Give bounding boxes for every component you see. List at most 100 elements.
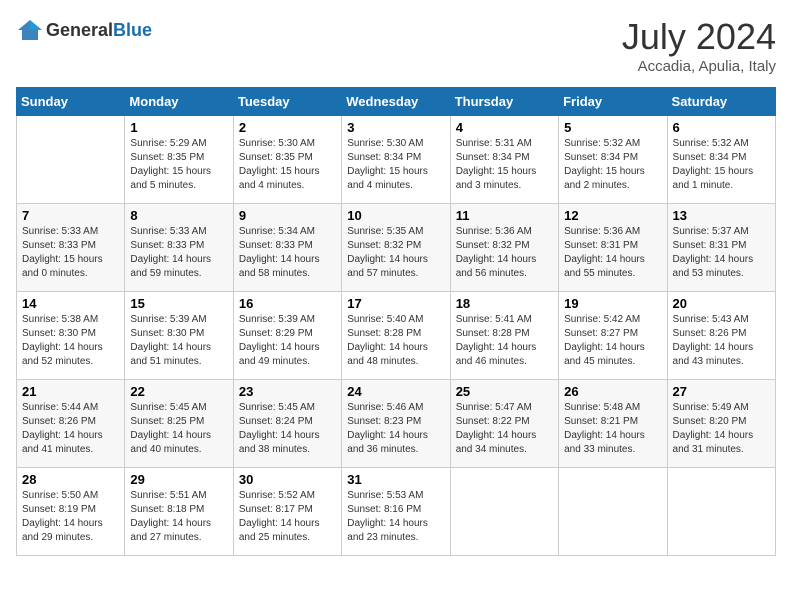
calendar-cell: [667, 468, 775, 556]
calendar-cell: 14 Sunrise: 5:38 AMSunset: 8:30 PMDayligh…: [17, 292, 125, 380]
day-number: 31: [347, 472, 444, 487]
day-info: Sunrise: 5:33 AMSunset: 8:33 PMDaylight:…: [22, 225, 119, 281]
day-info: Sunrise: 5:45 AMSunset: 8:24 PMDaylight:…: [239, 401, 336, 457]
week-row-4: 21Sunrise: 5:44 AMSunset: 8:26 PMDayligh…: [17, 380, 776, 468]
day-header-saturday: Saturday: [667, 88, 775, 116]
day-number: 25: [456, 384, 553, 399]
day-number: 28: [22, 472, 119, 487]
day-info: Sunrise: 5:50 AMSunset: 8:19 PMDaylight:…: [22, 489, 119, 545]
week-row-3: 14 Sunrise: 5:38 AMSunset: 8:30 PMDayligh…: [17, 292, 776, 380]
day-info: Sunrise: 5:32 AMSunset: 8:34 PMDaylight:…: [564, 137, 661, 193]
calendar-cell: 9 Sunrise: 5:34 AMSunset: 8:33 PMDaylight…: [233, 204, 341, 292]
day-number: 19: [564, 296, 661, 311]
calendar-cell: 20 Sunrise: 5:43 AMSunset: 8:26 PMDayligh…: [667, 292, 775, 380]
day-info: Sunrise: 5:36 AMSunset: 8:31 PMDaylight:…: [564, 225, 661, 281]
calendar-cell: 4Sunrise: 5:31 AMSunset: 8:34 PMDaylight…: [450, 116, 558, 204]
month-year-title: July 2024: [622, 16, 776, 58]
calendar-cell: 7 Sunrise: 5:33 AMSunset: 8:33 PMDaylight…: [17, 204, 125, 292]
day-number: 27: [673, 384, 770, 399]
day-info: Sunrise: 5:48 AMSunset: 8:21 PMDaylight:…: [564, 401, 661, 457]
calendar-cell: 10Sunrise: 5:35 AMSunset: 8:32 PMDayligh…: [342, 204, 450, 292]
day-number: 3: [347, 120, 444, 135]
calendar-cell: [17, 116, 125, 204]
day-info: Sunrise: 5:41 AMSunset: 8:28 PMDaylight:…: [456, 313, 553, 369]
day-info: Sunrise: 5:30 AMSunset: 8:35 PMDaylight:…: [239, 137, 336, 193]
day-number: 18: [456, 296, 553, 311]
logo: GeneralBlue: [16, 16, 152, 44]
calendar-cell: 2 Sunrise: 5:30 AMSunset: 8:35 PMDaylight…: [233, 116, 341, 204]
day-number: 24: [347, 384, 444, 399]
day-info: Sunrise: 5:38 AMSunset: 8:30 PMDaylight:…: [22, 313, 119, 369]
day-number: 10: [347, 208, 444, 223]
calendar-cell: 21Sunrise: 5:44 AMSunset: 8:26 PMDayligh…: [17, 380, 125, 468]
day-number: 7: [22, 208, 119, 223]
day-info: Sunrise: 5:44 AMSunset: 8:26 PMDaylight:…: [22, 401, 119, 457]
calendar-cell: [559, 468, 667, 556]
calendar-cell: 29 Sunrise: 5:51 AMSunset: 8:18 PMDayligh…: [125, 468, 233, 556]
calendar-cell: 27Sunrise: 5:49 AMSunset: 8:20 PMDayligh…: [667, 380, 775, 468]
day-number: 12: [564, 208, 661, 223]
day-info: Sunrise: 5:33 AMSunset: 8:33 PMDaylight:…: [130, 225, 227, 281]
day-info: Sunrise: 5:39 AMSunset: 8:30 PMDaylight:…: [130, 313, 227, 369]
week-row-5: 28 Sunrise: 5:50 AMSunset: 8:19 PMDayligh…: [17, 468, 776, 556]
day-number: 17: [347, 296, 444, 311]
title-area: July 2024 Accadia, Apulia, Italy: [622, 16, 776, 75]
day-number: 5: [564, 120, 661, 135]
day-info: Sunrise: 5:29 AMSunset: 8:35 PMDaylight:…: [130, 137, 227, 193]
day-info: Sunrise: 5:52 AMSunset: 8:17 PMDaylight:…: [239, 489, 336, 545]
day-number: 20: [673, 296, 770, 311]
calendar-cell: 23 Sunrise: 5:45 AMSunset: 8:24 PMDayligh…: [233, 380, 341, 468]
generalblue-logo-icon: [16, 16, 44, 44]
day-info: Sunrise: 5:51 AMSunset: 8:18 PMDaylight:…: [130, 489, 227, 545]
calendar-cell: 19Sunrise: 5:42 AMSunset: 8:27 PMDayligh…: [559, 292, 667, 380]
day-number: 1: [130, 120, 227, 135]
logo-text: GeneralBlue: [46, 20, 152, 41]
day-number: 8: [130, 208, 227, 223]
day-number: 30: [239, 472, 336, 487]
day-header-wednesday: Wednesday: [342, 88, 450, 116]
calendar-cell: [450, 468, 558, 556]
calendar-cell: 31 Sunrise: 5:53 AMSunset: 8:16 PMDayligh…: [342, 468, 450, 556]
day-number: 9: [239, 208, 336, 223]
calendar-cell: 12 Sunrise: 5:36 AMSunset: 8:31 PMDayligh…: [559, 204, 667, 292]
calendar-cell: 17Sunrise: 5:40 AMSunset: 8:28 PMDayligh…: [342, 292, 450, 380]
location-subtitle: Accadia, Apulia, Italy: [622, 58, 776, 75]
logo-general: General: [46, 20, 113, 40]
calendar-cell: 24Sunrise: 5:46 AMSunset: 8:23 PMDayligh…: [342, 380, 450, 468]
calendar-cell: 25 Sunrise: 5:47 AMSunset: 8:22 PMDayligh…: [450, 380, 558, 468]
day-info: Sunrise: 5:36 AMSunset: 8:32 PMDaylight:…: [456, 225, 553, 281]
day-header-friday: Friday: [559, 88, 667, 116]
day-info: Sunrise: 5:31 AMSunset: 8:34 PMDaylight:…: [456, 137, 553, 193]
day-number: 14: [22, 296, 119, 311]
day-number: 6: [673, 120, 770, 135]
day-number: 2: [239, 120, 336, 135]
day-info: Sunrise: 5:30 AMSunset: 8:34 PMDaylight:…: [347, 137, 444, 193]
week-row-2: 7 Sunrise: 5:33 AMSunset: 8:33 PMDaylight…: [17, 204, 776, 292]
calendar-cell: 18 Sunrise: 5:41 AMSunset: 8:28 PMDayligh…: [450, 292, 558, 380]
day-number: 11: [456, 208, 553, 223]
calendar-cell: 30 Sunrise: 5:52 AMSunset: 8:17 PMDayligh…: [233, 468, 341, 556]
days-header-row: SundayMondayTuesdayWednesdayThursdayFrid…: [17, 88, 776, 116]
calendar-cell: 22Sunrise: 5:45 AMSunset: 8:25 PMDayligh…: [125, 380, 233, 468]
calendar-cell: 16Sunrise: 5:39 AMSunset: 8:29 PMDayligh…: [233, 292, 341, 380]
day-number: 13: [673, 208, 770, 223]
day-info: Sunrise: 5:34 AMSunset: 8:33 PMDaylight:…: [239, 225, 336, 281]
day-info: Sunrise: 5:32 AMSunset: 8:34 PMDaylight:…: [673, 137, 770, 193]
day-info: Sunrise: 5:53 AMSunset: 8:16 PMDaylight:…: [347, 489, 444, 545]
calendar-cell: 26 Sunrise: 5:48 AMSunset: 8:21 PMDayligh…: [559, 380, 667, 468]
day-info: Sunrise: 5:37 AMSunset: 8:31 PMDaylight:…: [673, 225, 770, 281]
week-row-1: 1 Sunrise: 5:29 AMSunset: 8:35 PMDaylight…: [17, 116, 776, 204]
calendar-cell: 3 Sunrise: 5:30 AMSunset: 8:34 PMDaylight…: [342, 116, 450, 204]
day-number: 15: [130, 296, 227, 311]
day-info: Sunrise: 5:43 AMSunset: 8:26 PMDaylight:…: [673, 313, 770, 369]
day-number: 23: [239, 384, 336, 399]
day-header-sunday: Sunday: [17, 88, 125, 116]
day-number: 29: [130, 472, 227, 487]
day-number: 22: [130, 384, 227, 399]
calendar-cell: 6 Sunrise: 5:32 AMSunset: 8:34 PMDaylight…: [667, 116, 775, 204]
day-number: 26: [564, 384, 661, 399]
day-info: Sunrise: 5:47 AMSunset: 8:22 PMDaylight:…: [456, 401, 553, 457]
calendar-cell: 1 Sunrise: 5:29 AMSunset: 8:35 PMDaylight…: [125, 116, 233, 204]
calendar-cell: 11 Sunrise: 5:36 AMSunset: 8:32 PMDayligh…: [450, 204, 558, 292]
calendar-cell: 8 Sunrise: 5:33 AMSunset: 8:33 PMDaylight…: [125, 204, 233, 292]
